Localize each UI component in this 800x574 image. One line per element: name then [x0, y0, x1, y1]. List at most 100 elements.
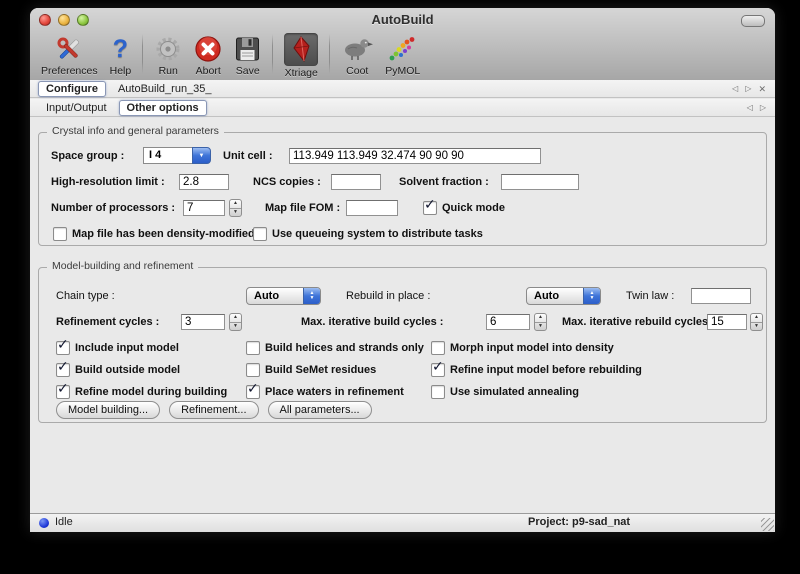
place-waters-checkbox[interactable]: ✓ Place waters in refinement: [246, 383, 404, 401]
pymol-button[interactable]: PyMOL: [380, 32, 425, 78]
max-build-cycles-stepper[interactable]: ▲ ▼: [534, 313, 547, 331]
help-icon: ?: [113, 33, 128, 64]
refinement-cycles-stepper[interactable]: ▲ ▼: [229, 313, 242, 331]
ncs-copies-label: NCS copies :: [253, 173, 321, 191]
refinement-cycles-input[interactable]: [181, 314, 225, 330]
crystal-info-group-title: Crystal info and general parameters: [47, 125, 224, 137]
solvent-fraction-input[interactable]: [501, 174, 579, 190]
tab-configure[interactable]: Configure: [38, 81, 106, 97]
document-tab-bar: Configure AutoBuild_run_35_ ◁ ▷ ✕: [30, 80, 775, 98]
crystal-info-groupbox: Crystal info and general parameters Spac…: [38, 132, 767, 246]
stepper-down-icon[interactable]: ▼: [751, 323, 762, 331]
abort-button[interactable]: Abort: [189, 32, 227, 78]
options-panel: Crystal info and general parameters Spac…: [30, 118, 775, 514]
high-res-limit-input[interactable]: [179, 174, 229, 190]
max-rebuild-cycles-input[interactable]: [707, 314, 747, 330]
resize-grip[interactable]: [761, 518, 774, 531]
checkbox-label: Include input model: [75, 342, 179, 354]
refinement-params-button[interactable]: Refinement...: [169, 401, 258, 419]
coot-button[interactable]: Coot: [336, 32, 378, 78]
build-helices-strands-checkbox[interactable]: ✓ Build helices and strands only: [246, 339, 424, 357]
toolbar-item-label: Help: [110, 65, 132, 77]
run-button[interactable]: Run: [149, 32, 187, 78]
num-processors-input[interactable]: [183, 200, 225, 216]
tab-other-options[interactable]: Other options: [119, 100, 207, 116]
num-processors-stepper[interactable]: ▲ ▼: [229, 199, 242, 217]
project-label: Project: p9-sad_nat: [528, 516, 630, 528]
preferences-button[interactable]: Preferences: [36, 32, 103, 78]
cycles-row: Refinement cycles : ▲ ▼ Max. iterative b…: [39, 313, 766, 331]
help-button[interactable]: ? Help: [105, 32, 137, 78]
toolbar-item-label: Save: [236, 65, 260, 77]
refine-during-building-checkbox[interactable]: ✓ Refine model during building: [56, 383, 227, 401]
abort-stop-icon: [194, 33, 222, 64]
map-fom-input[interactable]: [346, 200, 398, 216]
ncs-copies-input[interactable]: [331, 174, 381, 190]
unit-cell-input[interactable]: [289, 148, 541, 164]
all-parameters-button[interactable]: All parameters...: [268, 401, 372, 419]
max-rebuild-cycles-stepper[interactable]: ▲ ▼: [750, 313, 763, 331]
check-icon: ✓: [57, 336, 69, 353]
popup-arrows-icon[interactable]: ▲▼: [303, 288, 320, 304]
stepper-down-icon[interactable]: ▼: [230, 209, 241, 217]
model-checkbox-row-3: ✓ Refine model during building ✓ Place w…: [39, 383, 766, 401]
window-title: AutoBuild: [30, 12, 775, 27]
app-window: AutoBuild Prefe: [30, 8, 775, 532]
chain-type-label: Chain type :: [56, 287, 115, 305]
stepper-up-icon[interactable]: ▲: [230, 314, 241, 323]
tab-scroll-left-icon[interactable]: ◁: [732, 84, 738, 94]
popup-arrows-icon[interactable]: ▲▼: [583, 288, 600, 304]
crystal-checkbox-row: ✓ Map file has been density-modified ✓ U…: [39, 225, 766, 243]
tab-autobuild-run[interactable]: AutoBuild_run_35_: [110, 81, 220, 97]
checkbox-box: ✓: [253, 227, 267, 241]
stepper-up-icon[interactable]: ▲: [230, 200, 241, 209]
checkbox-label: Morph input model into density: [450, 342, 614, 354]
simulated-annealing-checkbox[interactable]: ✓ Use simulated annealing: [431, 383, 579, 401]
doc-tab-controls: ◁ ▷ ✕: [732, 84, 775, 94]
toolbar-item-label: Preferences: [41, 65, 98, 77]
morph-input-model-checkbox[interactable]: ✓ Morph input model into density: [431, 339, 614, 357]
save-button[interactable]: Save: [229, 32, 266, 78]
toolbar-item-label: Abort: [196, 65, 221, 77]
save-floppy-icon: [234, 33, 261, 64]
unit-cell-label: Unit cell :: [223, 147, 273, 165]
checkbox-box: ✓: [53, 227, 67, 241]
max-build-cycles-input[interactable]: [486, 314, 530, 330]
pymol-spectrum-icon: [388, 33, 418, 64]
space-group-combobox[interactable]: I 4 ▼: [143, 147, 211, 164]
title-bar[interactable]: AutoBuild: [30, 8, 775, 32]
tab-scroll-right-icon[interactable]: ▷: [760, 103, 766, 113]
gear-run-icon: [154, 33, 182, 64]
refine-before-rebuild-checkbox[interactable]: ✓ Refine input model before rebuilding: [431, 361, 642, 379]
twin-law-input[interactable]: [691, 288, 751, 304]
checkbox-box: ✓: [431, 363, 445, 377]
tab-scroll-right-icon[interactable]: ▷: [745, 84, 751, 94]
model-building-params-button[interactable]: Model building...: [56, 401, 160, 419]
stepper-down-icon[interactable]: ▼: [535, 323, 546, 331]
checkbox-label: Place waters in refinement: [265, 386, 404, 398]
stepper-up-icon[interactable]: ▲: [535, 314, 546, 323]
stepper-down-icon[interactable]: ▼: [230, 323, 241, 331]
queueing-checkbox[interactable]: ✓ Use queueing system to distribute task…: [253, 225, 483, 243]
chain-type-popup[interactable]: Auto ▲▼: [246, 287, 321, 305]
stepper-up-icon[interactable]: ▲: [751, 314, 762, 323]
page-tab-controls: ◁ ▷: [747, 103, 775, 113]
build-semet-checkbox[interactable]: ✓ Build SeMet residues: [246, 361, 376, 379]
quick-mode-checkbox[interactable]: ✓ Quick mode: [423, 199, 505, 217]
include-input-model-checkbox[interactable]: ✓ Include input model: [56, 339, 179, 357]
check-icon: ✓: [57, 380, 69, 397]
rebuild-in-place-popup[interactable]: Auto ▲▼: [526, 287, 601, 305]
checkbox-box: ✓: [246, 385, 260, 399]
tab-close-icon[interactable]: ✕: [758, 84, 766, 94]
chain-type-value: Auto: [247, 288, 303, 304]
build-outside-model-checkbox[interactable]: ✓ Build outside model: [56, 361, 180, 379]
tab-scroll-left-icon[interactable]: ◁: [747, 103, 753, 113]
tab-input-output[interactable]: Input/Output: [38, 100, 115, 116]
window-header: AutoBuild Prefe: [30, 8, 775, 81]
combo-dropdown-icon[interactable]: ▼: [192, 147, 211, 164]
toolbar-toggle-button[interactable]: [741, 15, 765, 27]
xtriage-button[interactable]: Xtriage: [279, 32, 323, 80]
density-modified-checkbox[interactable]: ✓ Map file has been density-modified: [53, 225, 255, 243]
high-res-limit-label: High-resolution limit :: [51, 173, 165, 191]
space-group-value: I 4: [143, 147, 192, 164]
